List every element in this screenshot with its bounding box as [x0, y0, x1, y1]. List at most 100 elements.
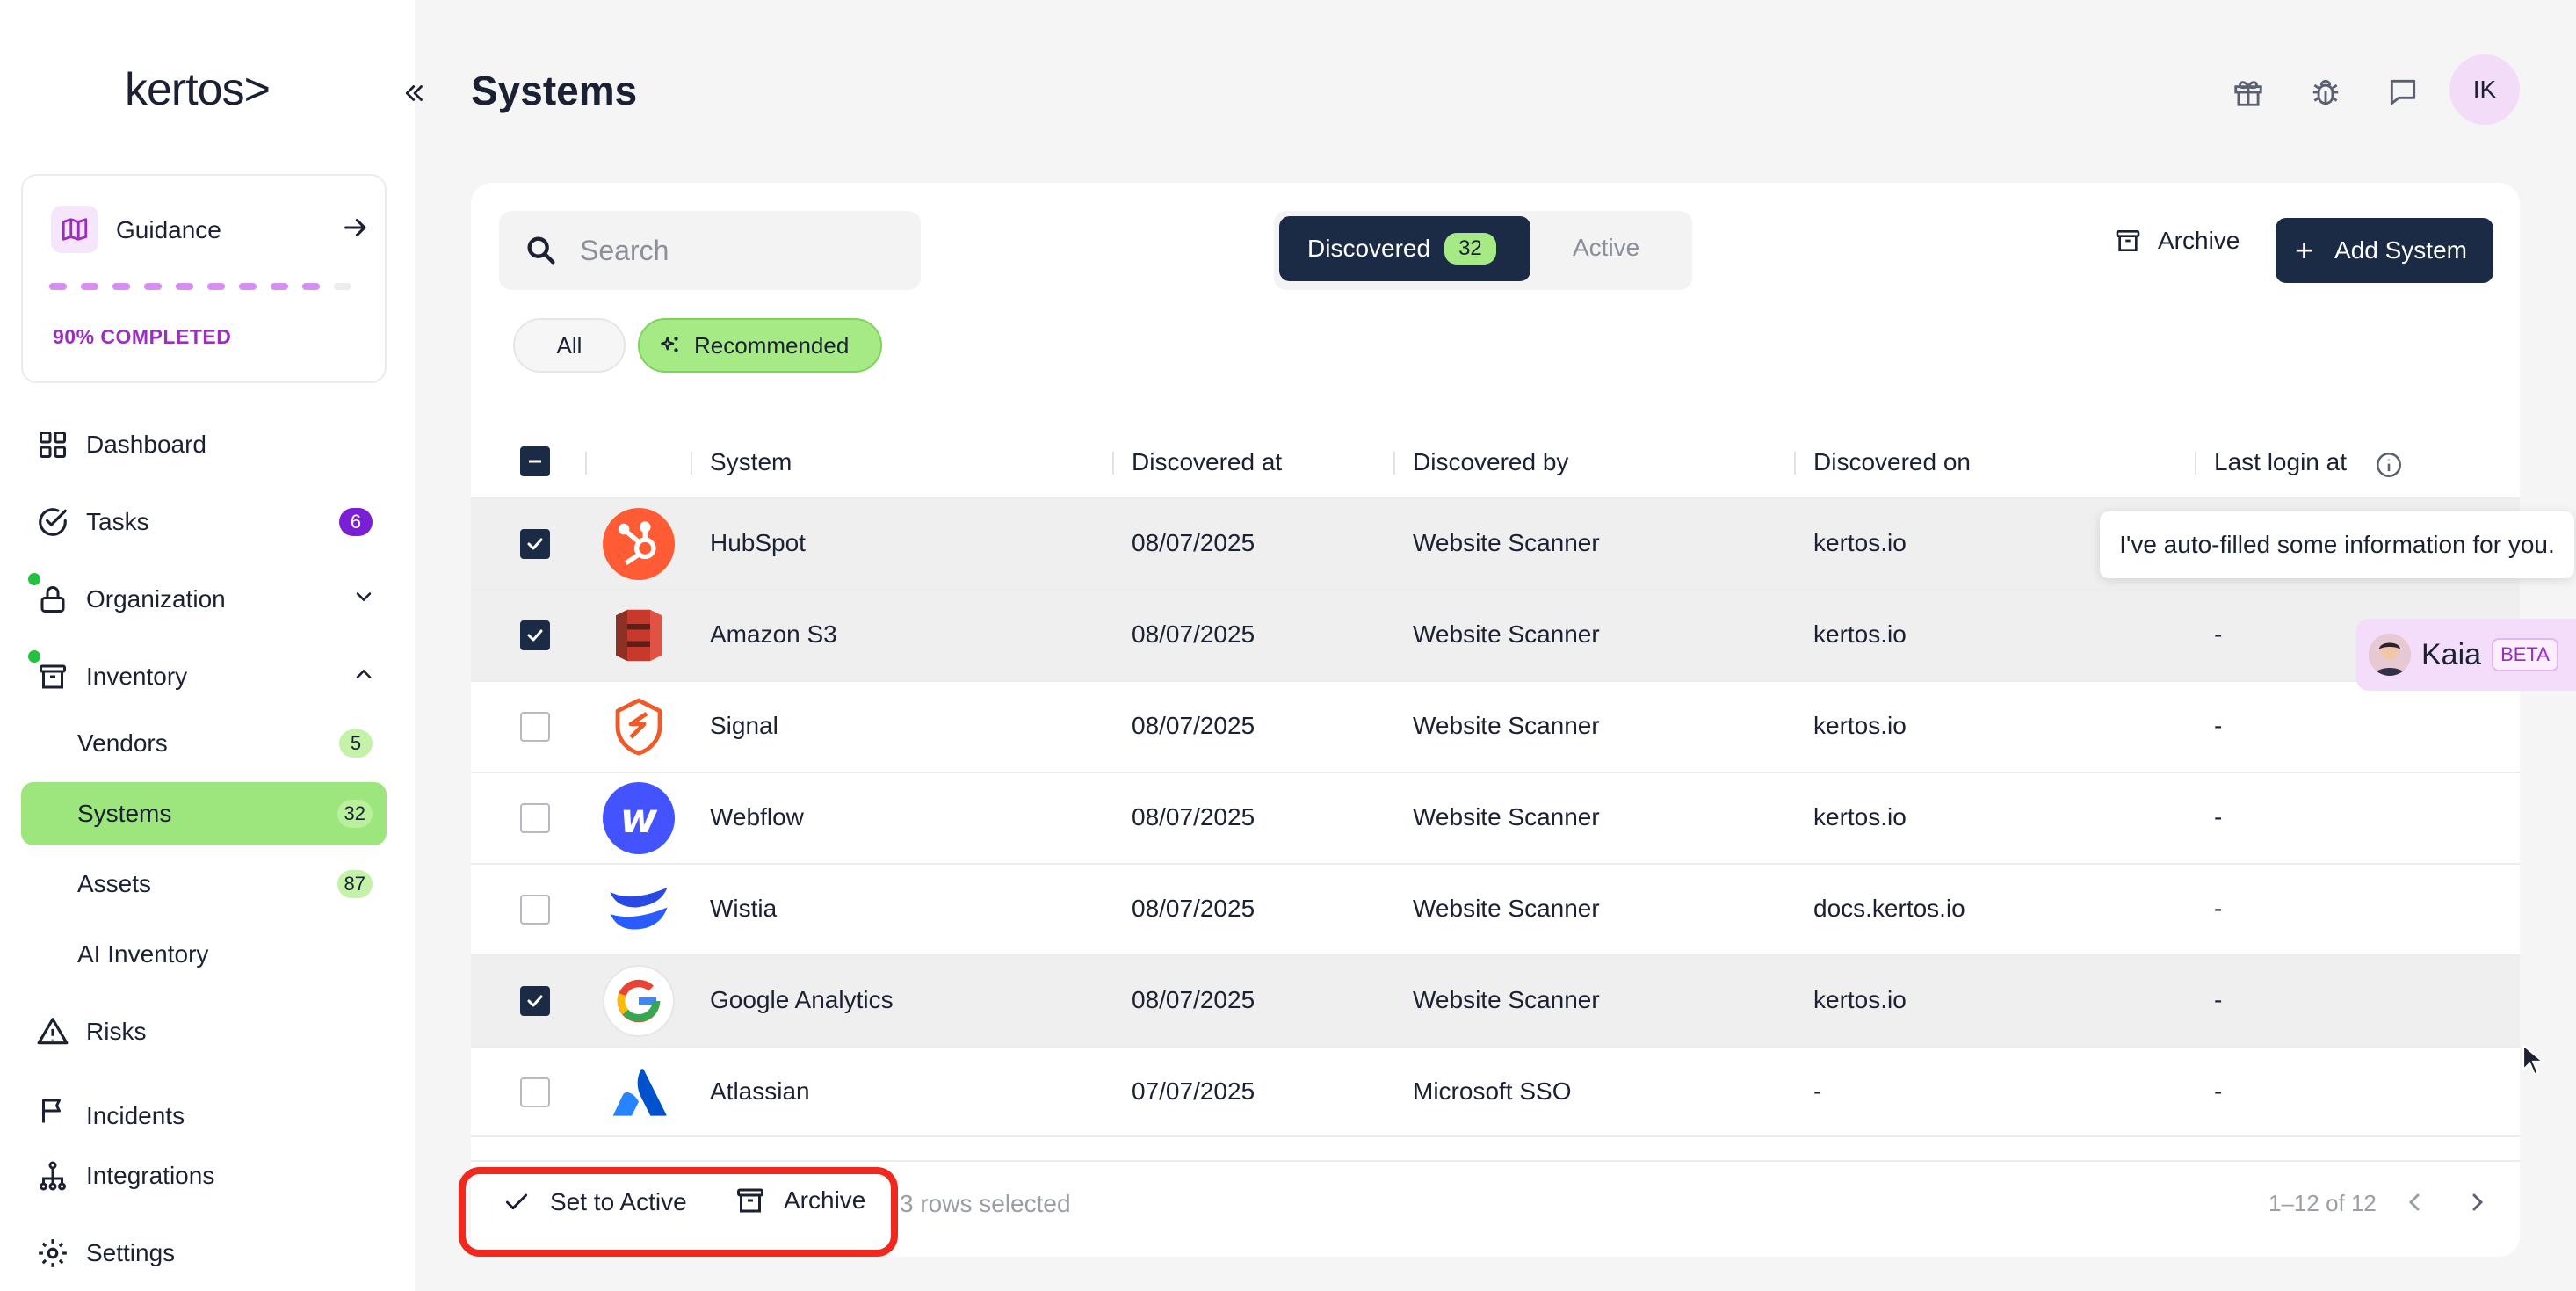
filter-recommended-chip[interactable]: Recommended: [638, 318, 882, 373]
archive-label: Archive: [2158, 227, 2240, 254]
cell-discovered-at: 08/07/2025: [1132, 895, 1255, 922]
sidebar-item-tasks[interactable]: Tasks 6: [21, 490, 387, 554]
sidebar-item-inventory[interactable]: Inventory: [21, 645, 387, 708]
kertos-logo[interactable]: kertos>: [125, 63, 271, 116]
bulk-archive-label: Archive: [784, 1186, 866, 1214]
cell-system: HubSpot: [710, 529, 806, 556]
sidebar-item-settings[interactable]: Settings: [21, 1222, 387, 1285]
wistia-logo-icon: [603, 874, 675, 946]
cell-discovered-on: kertos.io: [1813, 529, 1907, 556]
column-header-discovered-on[interactable]: Discovered on: [1813, 445, 1971, 480]
table-row[interactable]: Amazon S3 08/07/2025 Website Scanner ker…: [471, 589, 2520, 680]
signal-logo-icon: [603, 691, 675, 763]
row-checkbox[interactable]: [520, 986, 550, 1016]
archive-box-icon: [33, 657, 72, 696]
table-row[interactable]: Atlassian 07/07/2025 Microsoft SSO - -: [471, 1046, 2520, 1137]
bug-icon[interactable]: [2302, 69, 2349, 116]
kaia-assistant-button[interactable]: Kaia BETA: [2356, 619, 2576, 691]
hubspot-logo-icon: [603, 508, 675, 580]
cell-discovered-by: Website Scanner: [1413, 529, 1600, 556]
cell-system: Signal: [710, 712, 778, 739]
beta-badge: BETA: [2492, 638, 2558, 671]
chat-icon[interactable]: [2379, 69, 2427, 116]
webflow-logo-icon: w: [603, 782, 675, 854]
tab-label: Discovered: [1307, 235, 1431, 262]
gear-icon: [33, 1234, 72, 1273]
set-to-active-label: Set to Active: [550, 1188, 687, 1215]
sidebar-item-assets[interactable]: Assets 87: [21, 852, 387, 916]
search-box[interactable]: [499, 211, 921, 290]
cell-discovered-by: Website Scanner: [1413, 895, 1600, 922]
sidebar-item-vendors[interactable]: Vendors 5: [21, 712, 387, 775]
cell-discovered-on: kertos.io: [1813, 803, 1907, 830]
row-checkbox[interactable]: [520, 1077, 550, 1107]
user-avatar[interactable]: IK: [2449, 54, 2520, 125]
cell-discovered-on: docs.kertos.io: [1813, 895, 1965, 922]
table-row[interactable]: Signal 08/07/2025 Website Scanner kertos…: [471, 680, 2520, 772]
table-row[interactable]: w Webflow 08/07/2025 Website Scanner ker…: [471, 772, 2520, 863]
cell-discovered-on: kertos.io: [1813, 986, 1907, 1013]
atlassian-logo-icon: [603, 1056, 675, 1128]
bulk-archive-button[interactable]: Archive: [734, 1185, 865, 1216]
sidebar-item-label: Tasks: [86, 508, 149, 535]
tab-discovered[interactable]: Discovered 32: [1279, 216, 1530, 281]
sidebar-item-organization[interactable]: Organization: [21, 568, 387, 631]
guidance-card[interactable]: Guidance 90% COMPLETED: [21, 174, 387, 383]
network-icon: [33, 1157, 72, 1195]
grid-icon: [33, 425, 72, 464]
column-divider: [2195, 452, 2196, 475]
set-to-active-button[interactable]: Set to Active: [503, 1188, 687, 1216]
add-system-button[interactable]: + Add System: [2276, 218, 2493, 283]
chevron-left-icon[interactable]: [2400, 1188, 2428, 1221]
table-row[interactable]: Google Analytics 08/07/2025 Website Scan…: [471, 954, 2520, 1046]
guidance-progress-bar: [49, 283, 351, 290]
cell-discovered-at: 08/07/2025: [1132, 620, 1255, 648]
tab-active[interactable]: Active: [1573, 234, 1639, 262]
google-logo-icon: [603, 965, 675, 1037]
map-icon: [51, 206, 98, 253]
cell-system: Webflow: [710, 803, 804, 830]
column-divider: [691, 452, 692, 475]
cell-last-login: -: [2214, 712, 2223, 739]
chevron-up-icon: [351, 662, 376, 693]
row-checkbox[interactable]: [520, 895, 550, 925]
app-root: kertos> Guidance 90% COMPLETED Dashboard: [0, 0, 2576, 1291]
sidebar-item-incidents[interactable]: Incidents: [21, 1077, 387, 1130]
cell-discovered-at: 08/07/2025: [1132, 529, 1255, 556]
sidebar-item-systems[interactable]: Systems 32: [21, 782, 387, 845]
sidebar-item-dashboard[interactable]: Dashboard: [21, 413, 387, 476]
chevron-right-icon[interactable]: [2464, 1188, 2492, 1221]
collapse-sidebar-button[interactable]: [394, 72, 436, 114]
row-checkbox[interactable]: [520, 529, 550, 559]
cell-discovered-at: 08/07/2025: [1132, 803, 1255, 830]
search-input[interactable]: [580, 234, 896, 267]
double-chevron-left-icon: [405, 85, 423, 101]
column-header-system[interactable]: System: [710, 445, 792, 480]
sidebar-item-label: Vendors: [77, 729, 168, 757]
row-checkbox[interactable]: [520, 712, 550, 742]
sidebar-item-risks[interactable]: Risks: [21, 1000, 387, 1063]
select-all-checkbox[interactable]: [520, 446, 550, 476]
cell-last-login: -: [2214, 986, 2223, 1013]
archive-button[interactable]: Archive: [2114, 227, 2240, 255]
row-checkbox[interactable]: [520, 803, 550, 833]
sidebar-item-label: Inventory: [86, 663, 188, 690]
arrow-right-icon[interactable]: [341, 213, 371, 247]
column-header-discovered-at[interactable]: Discovered at: [1132, 445, 1282, 480]
column-header-discovered-by[interactable]: Discovered by: [1413, 445, 1568, 480]
table-row[interactable]: Wistia 08/07/2025 Website Scanner docs.k…: [471, 863, 2520, 954]
table-footer: Set to Active Archive 3 rows selected 1–…: [471, 1160, 2520, 1257]
view-toggle: Discovered 32 Active: [1274, 211, 1692, 290]
cell-discovered-by: Microsoft SSO: [1413, 1077, 1572, 1105]
assets-count-badge: 87: [336, 870, 373, 898]
archive-icon: [737, 1188, 763, 1213]
info-icon[interactable]: [2374, 450, 2404, 484]
column-header-last-login-at[interactable]: Last login at: [2214, 445, 2347, 480]
row-checkbox[interactable]: [520, 620, 550, 650]
sidebar-item-ai-inventory[interactable]: AI Inventory: [21, 923, 387, 986]
filter-all-chip[interactable]: All: [513, 318, 626, 373]
column-divider: [1112, 452, 1114, 475]
sidebar-item-integrations[interactable]: Integrations: [21, 1144, 387, 1208]
gift-icon[interactable]: [2225, 69, 2272, 116]
vendors-count-badge: 5: [339, 729, 373, 758]
